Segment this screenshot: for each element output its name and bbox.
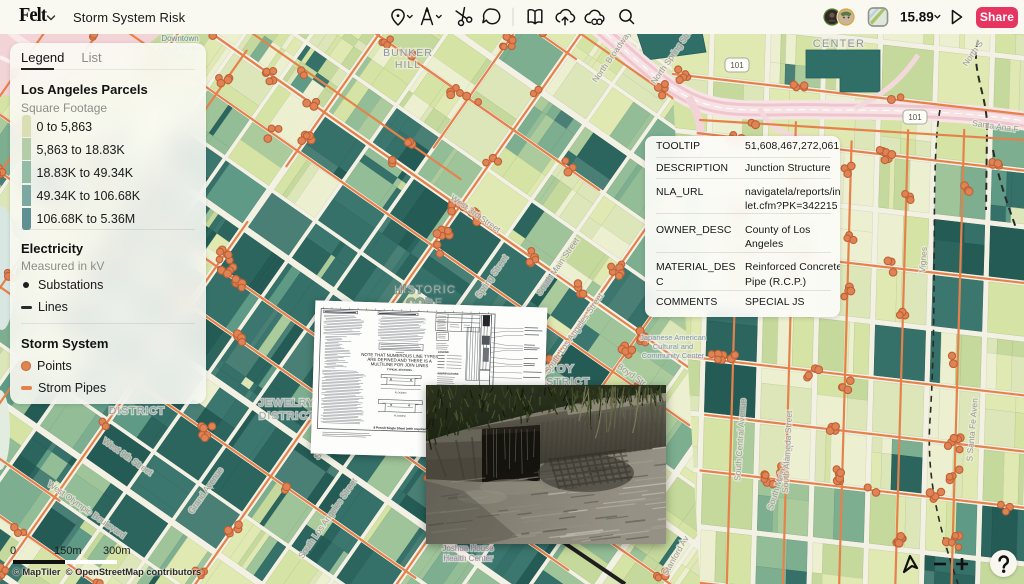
svg-text:Cultural and: Cultural and	[653, 342, 693, 351]
svg-text:HISTORIC: HISTORIC	[394, 284, 456, 296]
svg-text:CENTER: CENTER	[813, 38, 865, 50]
svg-text:DISTRICT: DISTRICT	[259, 410, 315, 422]
svg-text:BUNKER: BUNKER	[383, 47, 433, 59]
svg-text:HILL: HILL	[395, 59, 421, 71]
svg-text:15.89: 15.89	[900, 10, 934, 25]
svg-text:101: 101	[908, 113, 922, 122]
svg-text:FLOODED: FLOODED	[395, 391, 407, 394]
svg-text:TYPICAL SECTIONS: TYPICAL SECTIONS	[387, 367, 412, 372]
svg-text:Japanese American: Japanese American	[640, 333, 706, 342]
svg-text:101: 101	[730, 61, 744, 70]
svg-text:Health Center: Health Center	[443, 554, 493, 563]
svg-text:Joshua House: Joshua House	[442, 544, 494, 553]
svg-text:Community Center: Community Center	[642, 351, 705, 360]
svg-text:FLOODED: FLOODED	[394, 415, 406, 418]
svg-text:JEWELRY: JEWELRY	[259, 397, 315, 409]
svg-text:LEGEND: LEGEND	[438, 350, 449, 354]
svg-text:ABBREVIATIONS: ABBREVIATIONS	[437, 371, 459, 376]
svg-text:DISTRICT: DISTRICT	[109, 405, 165, 417]
